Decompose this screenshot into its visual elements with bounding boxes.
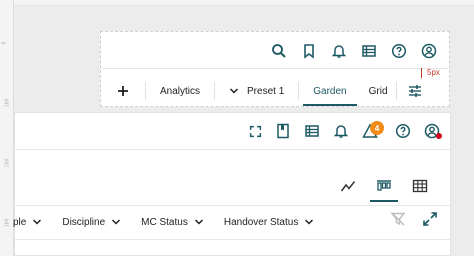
sliders-icon	[407, 83, 423, 99]
settings-button[interactable]	[397, 76, 433, 106]
user-icon[interactable]	[421, 43, 437, 59]
expand-icon[interactable]	[422, 211, 438, 227]
vertical-ruler: 0 100 200 300	[0, 0, 14, 256]
help-icon[interactable]	[391, 43, 407, 59]
chevron-down-icon	[304, 217, 314, 227]
horizontal-ruler	[14, 0, 474, 6]
chevron-down-icon	[32, 217, 42, 227]
chevron-down-icon	[111, 217, 121, 227]
divider	[15, 149, 450, 150]
garden-view-button[interactable]	[368, 173, 400, 202]
notification-badge: 4	[370, 121, 384, 135]
trend-line-icon	[340, 178, 356, 194]
search-icon[interactable]	[271, 43, 287, 59]
bell-icon[interactable]	[333, 123, 349, 139]
tab-grid[interactable]: Grid	[361, 76, 396, 106]
fullscreen-icon[interactable]	[249, 125, 262, 138]
tab-row: Analytics Preset 1 Garden Grid	[101, 76, 449, 106]
plus-icon	[115, 83, 131, 99]
list-icon[interactable]	[304, 123, 320, 139]
filter-row: ple Discipline MC Status Handover Status	[13, 209, 334, 235]
divider	[15, 205, 450, 206]
status-dot	[436, 133, 442, 139]
chart-view-button[interactable]	[332, 173, 364, 199]
clear-filter-icon[interactable]	[390, 211, 406, 227]
list-icon[interactable]	[361, 43, 377, 59]
filter-label: MC Status	[141, 216, 188, 228]
divider	[101, 68, 449, 69]
garden-icon	[376, 178, 392, 194]
filter-label: ple	[13, 216, 27, 228]
divider	[15, 239, 450, 240]
book-icon[interactable]	[275, 123, 291, 139]
filter-label: Handover Status	[223, 216, 299, 228]
preset-dropdown[interactable]: Preset 1	[215, 76, 298, 106]
tab-label: Grid	[368, 85, 388, 97]
chevron-down-icon	[229, 86, 239, 96]
add-button[interactable]	[101, 76, 145, 106]
tab-label: Analytics	[160, 85, 201, 97]
bell-icon[interactable]	[331, 43, 347, 59]
filter-label: Discipline	[62, 216, 106, 228]
filter-discipline[interactable]: Discipline	[62, 217, 121, 228]
top-toolbar-icons	[271, 40, 437, 62]
filter-mc-status[interactable]: MC Status	[141, 217, 204, 228]
filter-handover-status[interactable]: Handover Status	[224, 217, 315, 228]
table-icon	[412, 178, 428, 194]
main-panel-card: 4 ple Discipline MC Status Handover Stat…	[13, 112, 451, 256]
tab-analytics[interactable]: Analytics	[146, 76, 214, 106]
tab-label: Garden	[313, 85, 347, 97]
bookmark-icon[interactable]	[301, 43, 317, 59]
tab-garden[interactable]: Garden	[299, 76, 360, 106]
warning-icon[interactable]: 4	[362, 121, 384, 139]
filter-actions	[390, 211, 438, 227]
panel-icons: 4	[249, 120, 442, 142]
user-icon[interactable]	[424, 123, 442, 139]
filter-partial[interactable]: ple	[13, 217, 42, 228]
ruler-mark: 100	[4, 98, 11, 108]
ruler-mark: 300	[4, 218, 11, 228]
chevron-down-icon	[194, 217, 204, 227]
ruler-mark: 0	[1, 41, 8, 45]
view-switcher	[332, 173, 436, 202]
preset-label: Preset 1	[247, 85, 285, 97]
grid-view-button[interactable]	[404, 173, 436, 199]
help-icon[interactable]	[395, 123, 411, 139]
top-toolbar-card: 5px Analytics Preset 1 Garden Grid	[100, 31, 450, 107]
ruler-mark: 200	[4, 158, 11, 168]
